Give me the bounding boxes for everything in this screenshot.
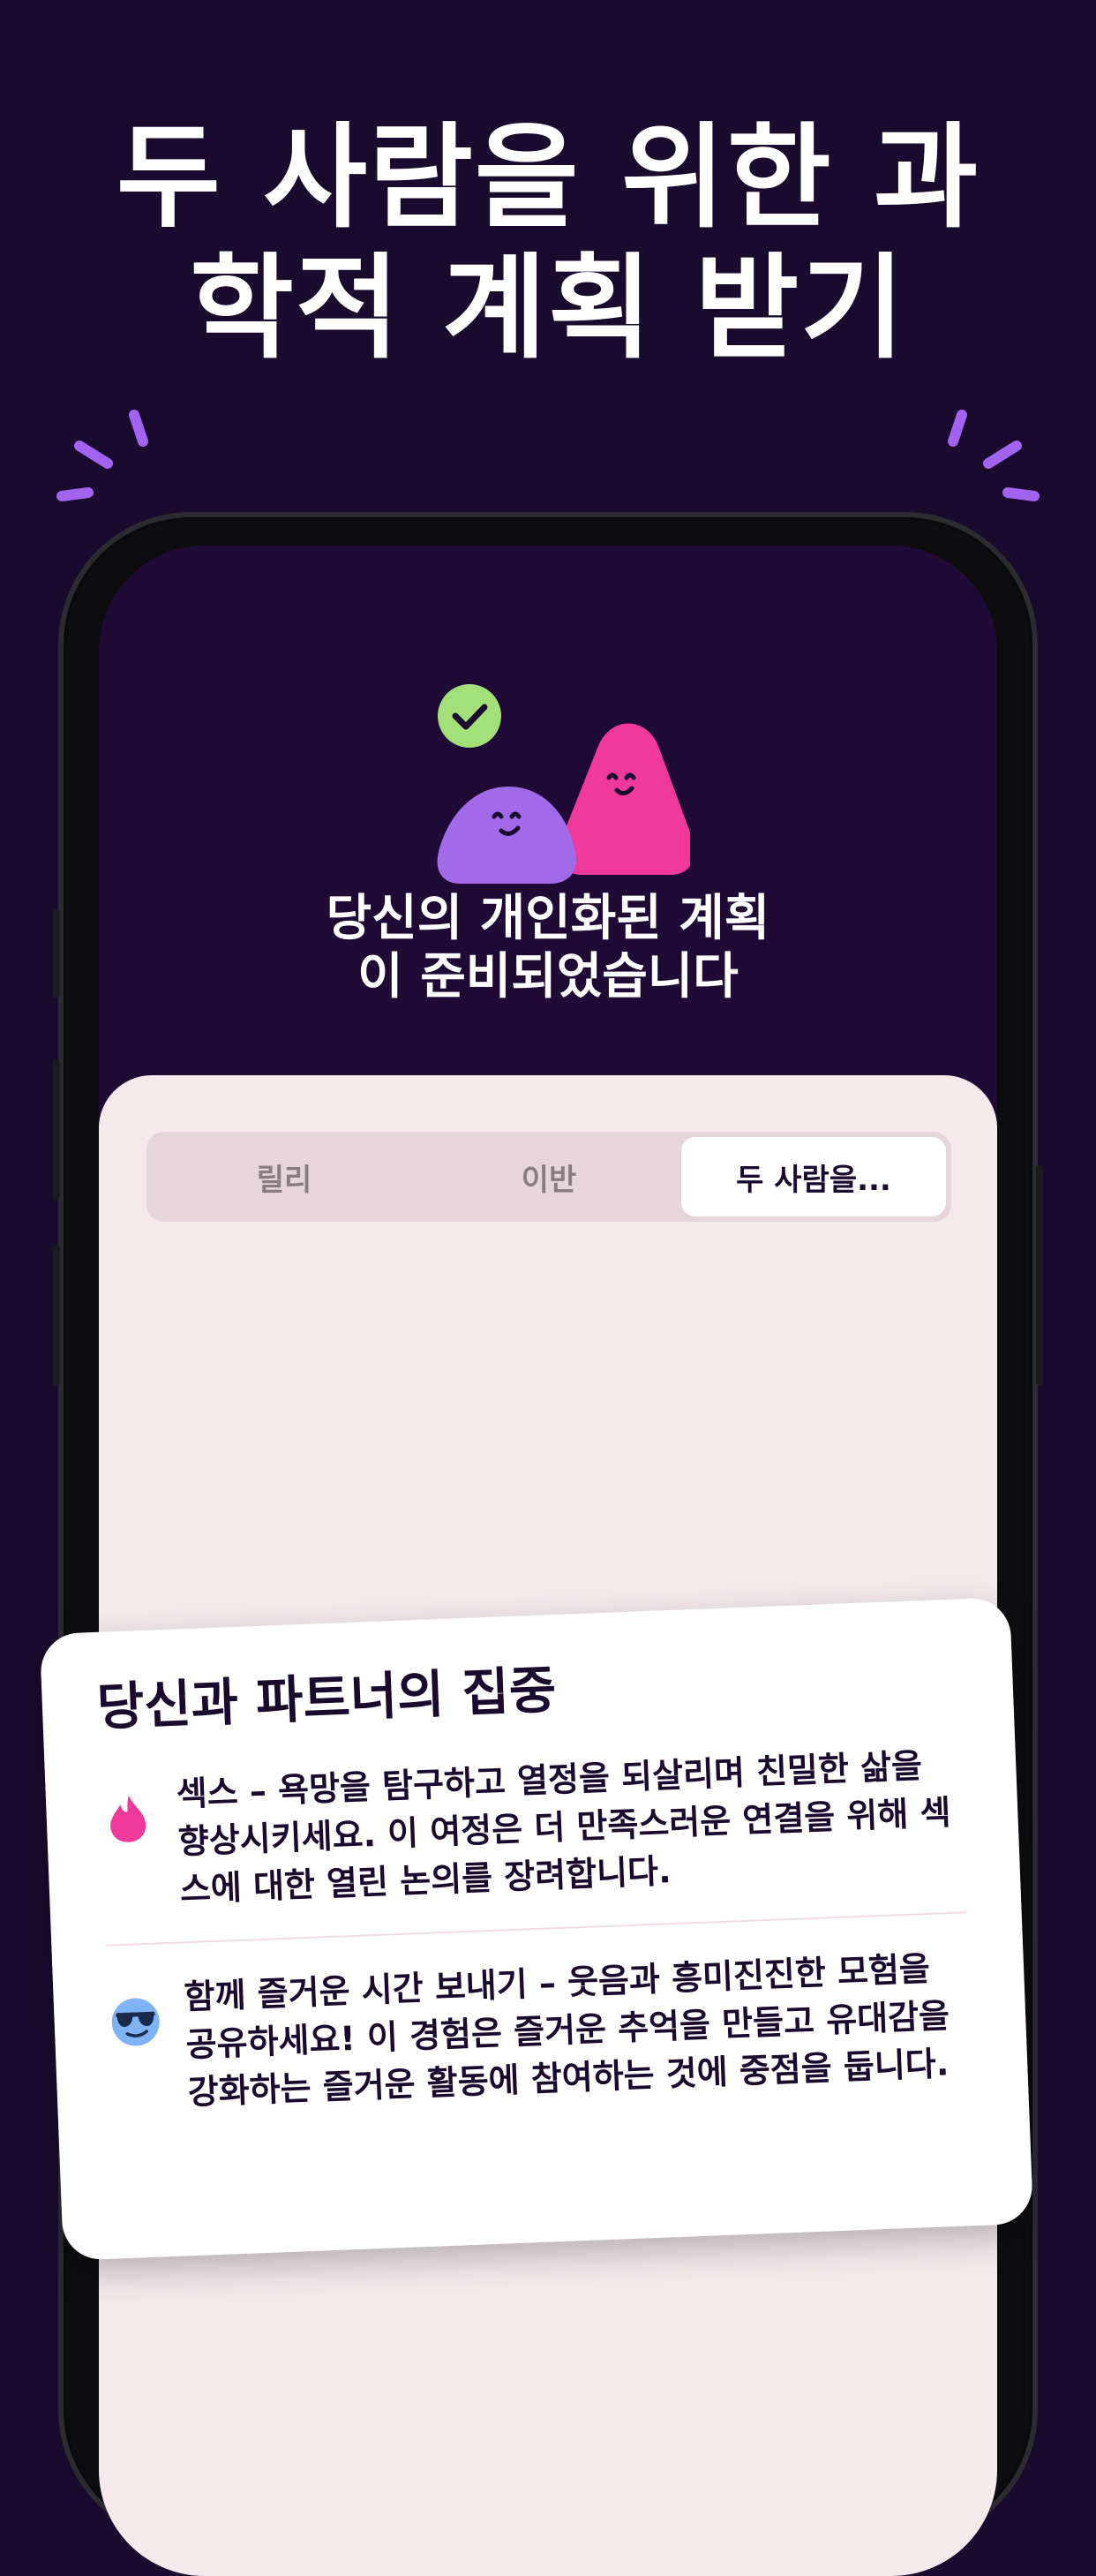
focus-item-text: 함께 즐거운 시간 보내기 – 웃음과 흥미진진한 모험을 공유하세요! 이 경… xyxy=(183,1948,950,2113)
sparkle-left-icon xyxy=(56,410,148,501)
phone-volume-down-button xyxy=(53,1245,60,1386)
plan-title-line-1: 당신의 개인화된 계획 xyxy=(326,890,770,947)
pink-flame-icon xyxy=(110,1795,146,1842)
focus-card-title: 당신과 파트너의 집중 xyxy=(95,1659,558,1737)
headline-line-1: 두 사람을 위한 과 xyxy=(116,112,980,244)
tab-ivan[interactable]: 이반 xyxy=(417,1137,681,1216)
headline-line-2: 학적 계획 받기 xyxy=(190,243,906,374)
sparkle-right-icon xyxy=(948,410,1040,501)
focus-item-text: 섹스 – 욕망을 탐구하고 열정을 되살리며 친밀한 삶을 향상시키세요. 이 … xyxy=(176,1746,952,1909)
tab-both[interactable]: 두 사람을... xyxy=(681,1137,946,1216)
tab-lily[interactable]: 릴리 xyxy=(152,1137,417,1216)
sunglasses-face-icon xyxy=(111,1998,160,2046)
headline: 두 사람을 위한 과 학적 계획 받기 xyxy=(0,113,1096,374)
focus-item: 함께 즐거운 시간 보내기 – 웃음과 흥미진진한 모험을 공유하세요! 이 경… xyxy=(108,1943,973,2119)
phone-mute-switch xyxy=(53,909,60,998)
phone-volume-up-button xyxy=(53,1059,60,1201)
focus-divider xyxy=(106,1911,967,1947)
couple-blobs-illustration xyxy=(437,684,690,884)
phone-power-button xyxy=(1036,1165,1043,1386)
plan-title-line-2: 이 준비되었습니다 xyxy=(357,948,739,1006)
focus-item: 섹스 – 욕망을 탐구하고 열정을 되살리며 친밀한 삶을 향상시키세요. 이 … xyxy=(100,1740,965,1916)
phone-screen: 당신의 개인화된 계획 이 준비되었습니다 릴리 이반 두 사람을... xyxy=(99,546,997,2576)
plan-ready-title: 당신의 개인화된 계획 이 준비되었습니다 xyxy=(99,890,997,1006)
focus-card: 당신과 파트너의 집중 섹스 – 욕망을 탐구하고 열정을 되살리며 친밀한 삶… xyxy=(39,1597,1034,2261)
person-segmented-control: 릴리 이반 두 사람을... xyxy=(146,1132,951,1222)
